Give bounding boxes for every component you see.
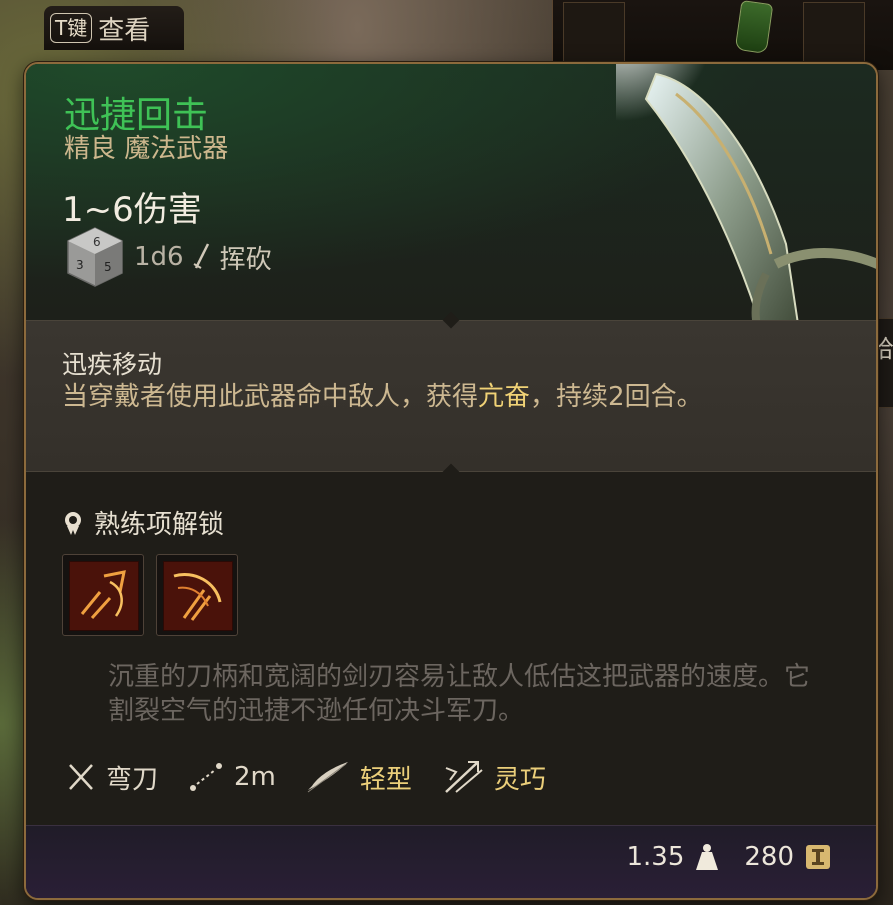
property-label: 灵巧 (493, 764, 546, 795)
ability-section: 迅疾移动 当穿戴者使用此武器命中敌人，获得亢奋，持续2回合。 (26, 311, 876, 481)
flourish-attack-icon (163, 561, 233, 631)
property-range[interactable]: 2m (188, 761, 276, 793)
property-label: 2m (234, 762, 276, 792)
property-light[interactable]: 轻型 (306, 759, 412, 796)
slashing-icon (193, 243, 209, 269)
range-icon (190, 763, 223, 791)
inspect-hint[interactable]: T键 查看 (44, 6, 184, 50)
svg-text:3: 3 (76, 258, 84, 272)
inspect-label: 查看 (98, 15, 151, 46)
proficiency-title: 熟练项解锁 (94, 510, 225, 540)
weight-value: 1.35 (626, 842, 685, 872)
weight-icon (696, 844, 719, 870)
finesse-icon (445, 761, 483, 793)
damage-type: 挥砍 (219, 244, 272, 275)
inventory-strip (552, 0, 893, 70)
tooltip-footer: 1.35 280 (26, 825, 876, 898)
gold-value: 280 (744, 842, 794, 872)
divider-notch (442, 463, 460, 481)
condition-link[interactable]: 亢奋 (478, 382, 530, 412)
property-label: 轻型 (359, 764, 412, 795)
slash-attack-icon (69, 561, 139, 631)
dice-formula: 1d6 (134, 242, 184, 272)
gold-coin-icon (806, 845, 830, 869)
proficiency-header: 熟练项解锁 (62, 504, 224, 541)
item-stats: 1.35 280 (626, 842, 832, 872)
inventory-slot[interactable] (803, 2, 865, 62)
proficiency-icon (65, 511, 81, 535)
item-rarity: 精良 魔法武器 (64, 134, 229, 164)
d6-die-icon: 6 3 5 (67, 227, 123, 287)
weapon-properties: 弯刀 2m 轻型 灵巧 (66, 758, 576, 796)
action-slot[interactable] (62, 554, 144, 636)
damage-dice-row: 6 3 5 1d6 挥砍 (64, 224, 272, 290)
property-weapon-type[interactable]: 弯刀 (66, 759, 158, 796)
svg-text:5: 5 (104, 260, 112, 274)
key-badge: T键 (50, 13, 93, 43)
inventory-slot[interactable] (563, 2, 625, 62)
ability-title: 迅疾移动 (62, 350, 163, 379)
property-finesse[interactable]: 灵巧 (442, 758, 546, 796)
action-slot[interactable] (156, 554, 238, 636)
crossed-swords-icon (69, 764, 93, 790)
feather-icon (307, 762, 348, 793)
item-tooltip: 迅捷回击 精良 魔法武器 1~6伤害 6 3 5 1d6 挥砍 迅疾移动 当穿戴… (24, 62, 878, 900)
ability-description: 当穿戴者使用此武器命中敌人，获得亢奋，持续2回合。 (62, 382, 703, 412)
svg-text:6: 6 (93, 235, 101, 249)
flavor-text: 沉重的刀柄和宽阔的剑刃容易让敌人低估这把武器的速度。它割裂空气的迅捷不逊任何决斗… (108, 662, 811, 726)
property-label: 弯刀 (106, 764, 159, 795)
